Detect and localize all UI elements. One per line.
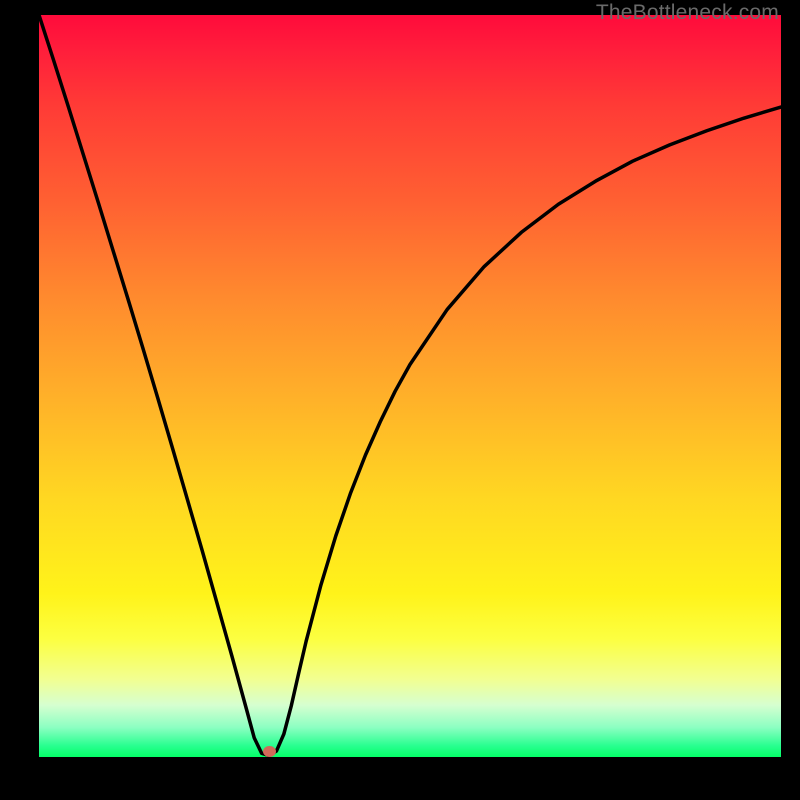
curve-path [39, 15, 781, 756]
chart-frame: TheBottleneck.com [39, 15, 781, 757]
optimal-point-marker [263, 746, 276, 757]
bottleneck-curve [39, 15, 781, 757]
watermark-text: TheBottleneck.com [596, 1, 779, 25]
